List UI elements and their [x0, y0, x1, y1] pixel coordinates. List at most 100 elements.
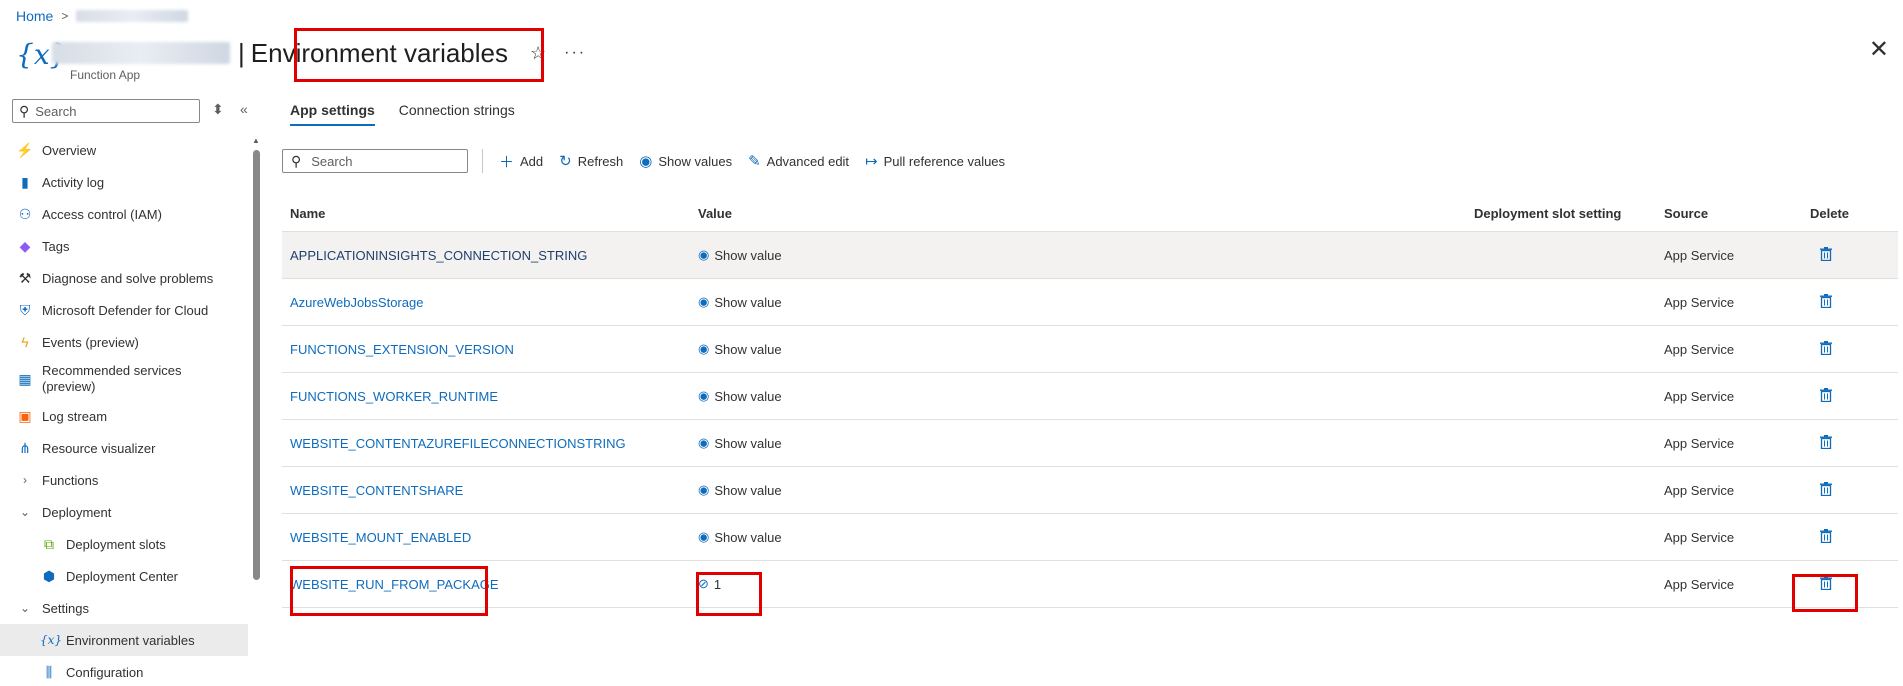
setting-name-link[interactable]: FUNCTIONS_EXTENSION_VERSION — [282, 342, 690, 357]
trash-icon[interactable] — [1820, 434, 1832, 449]
sidebar-item-label: Environment variables — [66, 632, 195, 648]
trash-icon[interactable] — [1820, 246, 1832, 261]
sidebar-item-overview[interactable]: ⚡ Overview — [0, 134, 248, 166]
trash-icon[interactable] — [1820, 293, 1832, 308]
advanced-edit-button[interactable]: ✎ Advanced edit — [748, 152, 849, 170]
pull-reference-values-button[interactable]: ↦ Pull reference values — [865, 152, 1005, 170]
expand-collapse-icon[interactable]: ⬍ — [212, 101, 224, 118]
sidebar-item-recommended-services[interactable]: ▦ Recommended services (preview) — [0, 358, 248, 400]
settings-search-input[interactable]: ⚲ Search — [282, 149, 468, 173]
source-cell: App Service — [1664, 529, 1735, 545]
setting-name-link[interactable]: WEBSITE_RUN_FROM_PACKAGE — [282, 577, 690, 592]
show-value-button[interactable]: ◉ Show value — [690, 247, 1470, 263]
column-header-source[interactable]: Source — [1660, 206, 1806, 221]
sidebar-item-defender[interactable]: ⛨ Microsoft Defender for Cloud — [0, 294, 248, 326]
show-value-label: Show value — [714, 529, 782, 545]
sidebar-item-configuration[interactable]: ⫼ Configuration — [0, 656, 248, 686]
function-variable-icon: {x} — [16, 38, 68, 71]
show-value-button[interactable]: ◉ Show value — [690, 529, 1470, 545]
sidebar-item-access-control[interactable]: ⚇ Access control (IAM) — [0, 198, 248, 230]
sidebar-scrollbar[interactable]: ▲ — [252, 136, 260, 686]
trash-icon[interactable] — [1820, 481, 1832, 496]
main-content: App settings Connection strings ⚲ Search… — [282, 96, 1900, 686]
sidebar-group-settings[interactable]: ⌄ Settings — [0, 592, 248, 624]
tag-icon: ◆ — [19, 237, 31, 254]
tab-app-settings[interactable]: App settings — [290, 102, 375, 126]
column-header-delete: Delete — [1810, 206, 1850, 221]
sidebar-item-activity-log[interactable]: ▮ Activity log — [0, 166, 248, 198]
add-button[interactable]: ＋ Add — [499, 151, 543, 172]
show-value-label: Show value — [714, 388, 782, 404]
tab-connection-strings[interactable]: Connection strings — [399, 102, 515, 126]
trash-icon[interactable] — [1820, 387, 1832, 402]
hierarchy-icon: ⋔ — [19, 439, 31, 456]
pencil-icon: ✎ — [748, 153, 761, 170]
hide-value-button[interactable]: ⊘ 1 — [690, 576, 1470, 592]
sidebar-item-label: Configuration — [66, 664, 144, 680]
breadcrumb-home[interactable]: Home — [16, 8, 53, 24]
eye-icon: ◉ — [698, 341, 710, 356]
sidebar-item-resource-visualizer[interactable]: ⋔ Resource visualizer — [0, 432, 248, 464]
sidebar-item-deployment-center[interactable]: ⬢ Deployment Center — [0, 560, 248, 592]
table-row: AzureWebJobsStorage ◉ Show value App Ser… — [282, 279, 1898, 326]
sidebar-item-deployment-slots[interactable]: ⧉ Deployment slots — [0, 528, 248, 560]
show-value-button[interactable]: ◉ Show value — [690, 482, 1470, 498]
show-value-button[interactable]: ◉ Show value — [690, 294, 1470, 310]
refresh-button[interactable]: ↻ Refresh — [559, 152, 623, 170]
show-value-button[interactable]: ◉ Show value — [690, 341, 1470, 357]
setting-name-link[interactable]: WEBSITE_CONTENTAZUREFILECONNECTIONSTRING — [282, 436, 690, 451]
shield-icon: ⛨ — [19, 301, 31, 318]
sidebar-item-label: Deployment — [42, 504, 112, 520]
sidebar-group-deployment[interactable]: ⌄ Deployment — [0, 496, 248, 528]
wrench-icon: ⚒ — [18, 269, 32, 286]
sidebar-search-input[interactable]: ⚲ Search — [12, 99, 200, 123]
collapse-sidebar-icon[interactable]: « — [240, 101, 248, 117]
setting-name-link[interactable]: WEBSITE_MOUNT_ENABLED — [282, 530, 690, 545]
show-values-button[interactable]: ◉ Show values — [639, 152, 732, 170]
source-cell: App Service — [1664, 576, 1735, 592]
scroll-up-icon[interactable]: ▲ — [252, 136, 260, 145]
sidebar-item-label: Log stream — [42, 408, 108, 424]
column-header-value[interactable]: Value — [690, 206, 1470, 221]
trash-icon[interactable] — [1820, 528, 1832, 543]
breadcrumb-resource-redacted[interactable] — [76, 10, 189, 22]
column-header-name[interactable]: Name — [282, 206, 690, 221]
trash-icon[interactable] — [1820, 575, 1832, 590]
sidebar-search-placeholder: Search — [35, 103, 77, 119]
breadcrumb-separator: > — [61, 9, 69, 23]
sidebar-item-environment-variables[interactable]: {x} Environment variables — [0, 624, 248, 656]
eye-icon: ◉ — [698, 435, 710, 450]
settings-search-placeholder: Search — [311, 153, 353, 169]
sidebar-group-functions[interactable]: › Functions — [0, 464, 248, 496]
setting-name-link[interactable]: APPLICATIONINSIGHTS_CONNECTION_STRING — [282, 248, 690, 263]
app-settings-table: Name Value Deployment slot setting Sourc… — [282, 196, 1898, 608]
more-options-icon[interactable]: ··· — [564, 36, 586, 70]
trash-icon[interactable] — [1820, 340, 1832, 355]
resource-name-redacted — [52, 42, 230, 64]
close-icon[interactable]: ✕ — [1869, 38, 1889, 62]
sidebar-nav: ⚡ Overview ▮ Activity log ⚇ Access contr… — [0, 134, 248, 686]
variable-icon: {x} — [40, 633, 63, 647]
setting-name-link[interactable]: WEBSITE_CONTENTSHARE — [282, 483, 690, 498]
sidebar-item-tags[interactable]: ◆ Tags — [0, 230, 248, 262]
setting-name-link[interactable]: AzureWebJobsStorage — [282, 295, 690, 310]
scrollbar-thumb[interactable] — [253, 150, 260, 580]
toolbar: ⚲ Search ＋ Add ↻ Refresh ◉ Show values ✎… — [282, 148, 1021, 174]
title-separator: | — [238, 38, 245, 68]
sidebar-item-diagnose[interactable]: ⚒ Diagnose and solve problems — [0, 262, 248, 294]
book-icon: ▮ — [21, 173, 29, 190]
sidebar-item-label: Diagnose and solve problems — [42, 270, 214, 286]
column-header-slot[interactable]: Deployment slot setting — [1470, 206, 1660, 221]
arrow-right-bar-icon: ↦ — [865, 153, 878, 170]
setting-name-link[interactable]: FUNCTIONS_WORKER_RUNTIME — [282, 389, 690, 404]
show-value-button[interactable]: ◉ Show value — [690, 388, 1470, 404]
sidebar-item-label: Events (preview) — [42, 334, 139, 350]
show-value-button[interactable]: ◉ Show value — [690, 435, 1470, 451]
table-row: WEBSITE_RUN_FROM_PACKAGE ⊘ 1 App Service — [282, 561, 1898, 608]
sidebar-item-label: Functions — [42, 472, 99, 488]
star-icon[interactable]: ☆ — [530, 36, 546, 70]
sidebar-item-events[interactable]: ϟ Events (preview) — [0, 326, 248, 358]
plus-icon: ＋ — [499, 153, 515, 171]
page-subtitle: Function App — [70, 68, 141, 82]
sidebar-item-log-stream[interactable]: ▣ Log stream — [0, 400, 248, 432]
